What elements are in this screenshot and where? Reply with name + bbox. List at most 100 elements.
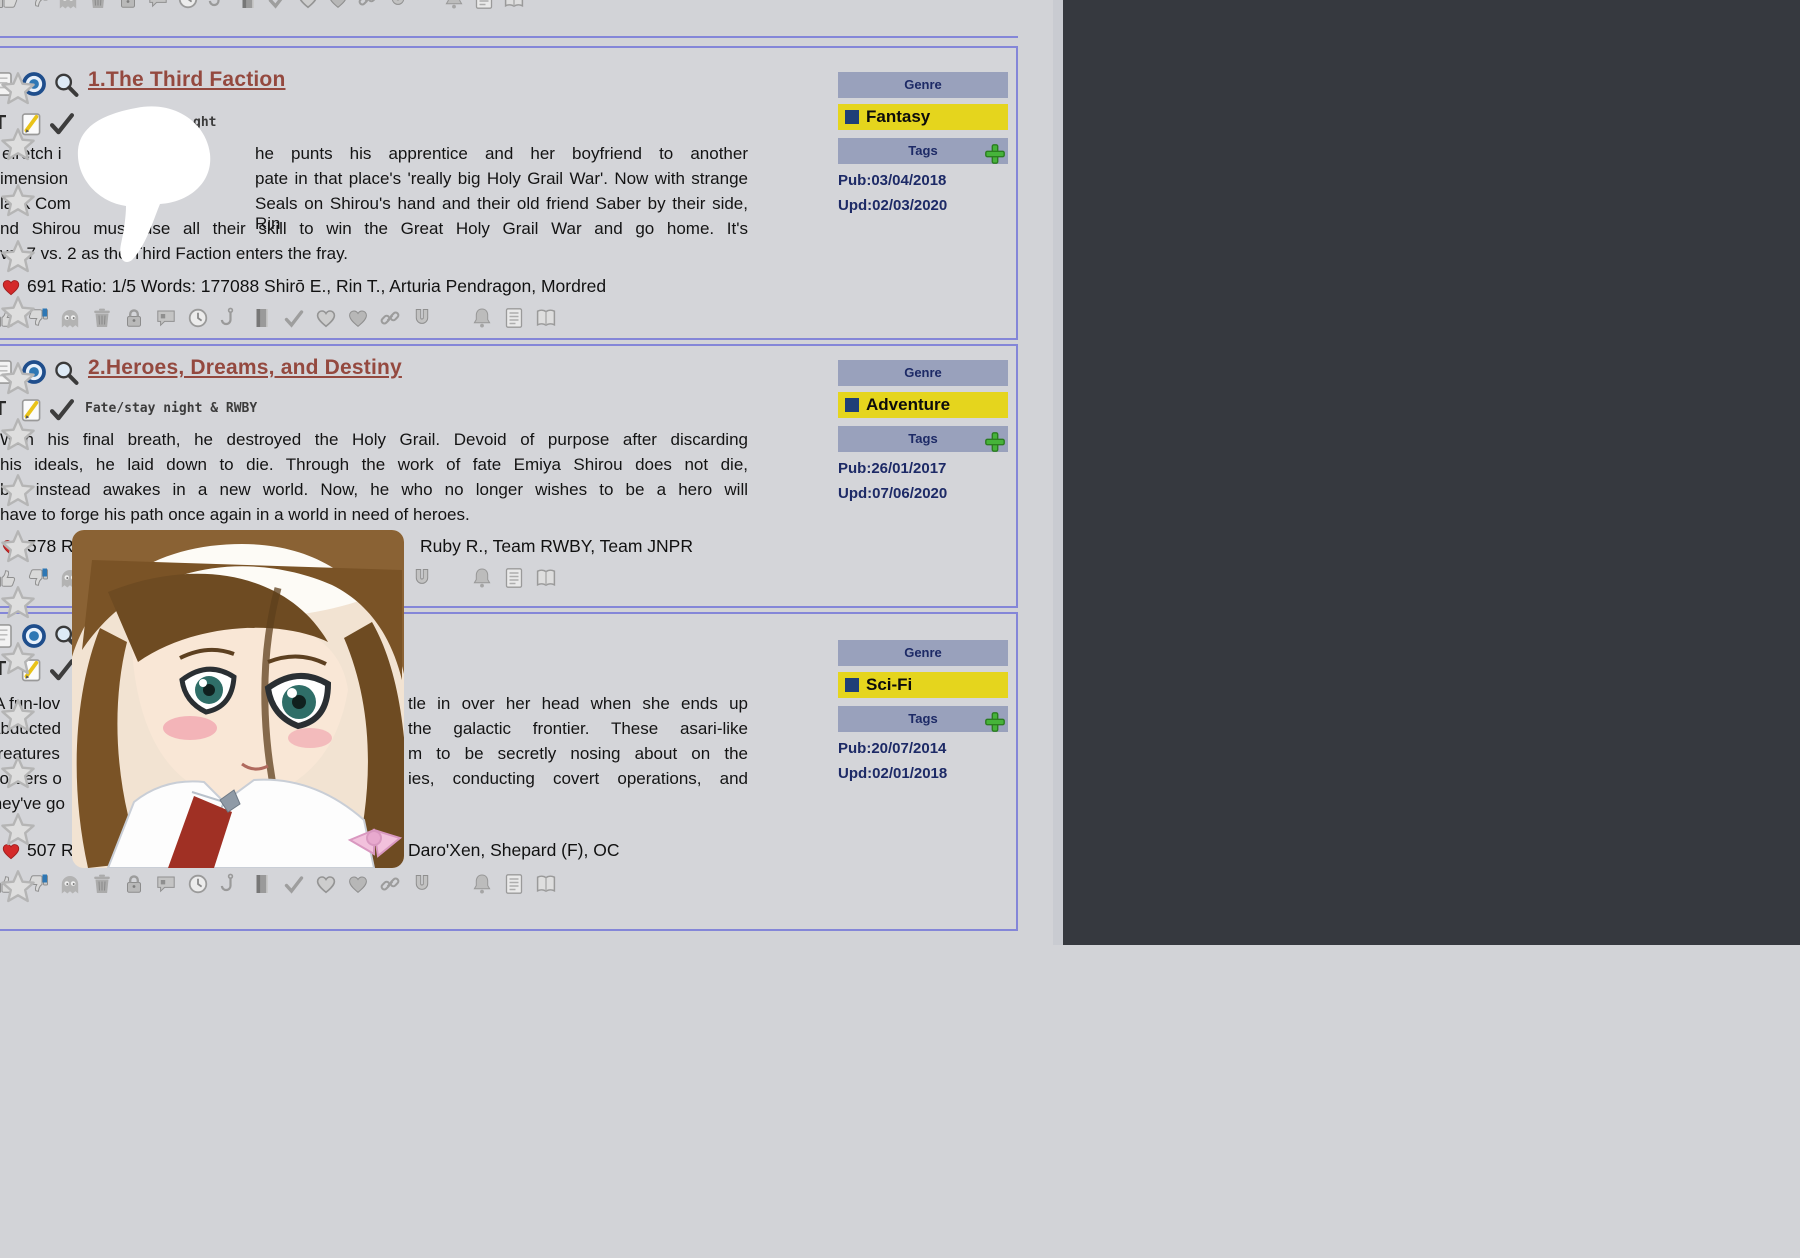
description-line: but instead awakes in a new world. Now, … <box>0 480 748 505</box>
lock-icon[interactable] <box>122 306 146 330</box>
description-line: elretch ihe punts his apprentice and her… <box>0 144 748 169</box>
thumbs-down-icon[interactable] <box>26 0 50 11</box>
check-icon[interactable] <box>282 872 306 896</box>
link-icon[interactable] <box>356 0 380 11</box>
magnet-icon[interactable] <box>386 0 410 11</box>
heart-icon[interactable] <box>346 306 370 330</box>
story-characters: Daro'Xen, Shepard (F), OC <box>408 840 619 861</box>
star-rating-icon[interactable] <box>0 868 36 904</box>
tags-header: Tags <box>838 706 1008 732</box>
ghost-icon[interactable] <box>56 0 80 11</box>
book-icon[interactable] <box>250 872 274 896</box>
star-rating-icon[interactable] <box>0 294 36 330</box>
star-rating-icon[interactable] <box>0 640 36 676</box>
published-date: Pub:03/04/2018 <box>838 172 1008 189</box>
genre-square-icon <box>845 110 859 124</box>
bell-icon[interactable] <box>470 306 494 330</box>
check-big-icon[interactable] <box>48 110 76 138</box>
genre-badge[interactable]: Adventure <box>838 392 1008 418</box>
updated-date: Upd:07/06/2020 <box>838 485 1008 502</box>
story-title-link[interactable]: 2.Heroes, Dreams, and Destiny <box>88 356 402 380</box>
link-icon[interactable] <box>378 872 402 896</box>
star-rating-icon[interactable] <box>0 584 36 620</box>
heart-icon[interactable] <box>326 0 350 11</box>
document-icon[interactable] <box>502 872 526 896</box>
plus-icon[interactable] <box>983 710 1007 734</box>
hook-icon[interactable] <box>206 0 230 11</box>
description-line: his ideals, he laid down to die. Through… <box>0 455 748 480</box>
genre-square-icon <box>845 398 859 412</box>
star-rating-icon[interactable] <box>0 182 36 218</box>
star-rating-icon[interactable] <box>0 697 36 733</box>
screen: 1.The Third FactionTghtelretch ihe punts… <box>0 0 1800 945</box>
open-book-icon[interactable] <box>534 566 558 590</box>
plus-icon[interactable] <box>983 142 1007 166</box>
trash-icon[interactable] <box>90 306 114 330</box>
star-rating-icon[interactable] <box>0 528 36 564</box>
star-rating-icon[interactable] <box>0 70 36 106</box>
bell-icon[interactable] <box>442 0 466 11</box>
lock-icon[interactable] <box>122 872 146 896</box>
book-icon[interactable] <box>236 0 260 11</box>
ghost-icon[interactable] <box>58 306 82 330</box>
genre-badge[interactable]: Sci-Fi <box>838 672 1008 698</box>
description-line: lack ComSeals on Shirou's hand and their… <box>0 194 748 219</box>
open-book-icon[interactable] <box>534 306 558 330</box>
magnifier-icon[interactable] <box>52 359 80 387</box>
heart-outline-icon[interactable] <box>314 306 338 330</box>
star-rating-icon[interactable] <box>0 126 36 162</box>
book-icon[interactable] <box>250 306 274 330</box>
fandom-label: Fate/stay night & RWBY <box>85 401 257 416</box>
genre-header: Genre <box>838 72 1008 98</box>
story-stats-row: 691 Ratio: 1/5 Words: 177088 Shirō E., R… <box>0 276 1000 300</box>
genre-badge[interactable]: Fantasy <box>838 104 1008 130</box>
story-title-link[interactable]: 1.The Third Faction <box>88 68 285 92</box>
lock-icon[interactable] <box>116 0 140 11</box>
heart-outline-icon[interactable] <box>296 0 320 11</box>
star-rating-icon[interactable] <box>0 754 36 790</box>
star-rating-icon[interactable] <box>0 416 36 452</box>
star-rating-icon[interactable] <box>0 811 36 847</box>
story-card: 1.The Third FactionTghtelretch ihe punts… <box>0 46 1018 340</box>
heart-icon[interactable] <box>346 872 370 896</box>
magnet-icon[interactable] <box>410 306 434 330</box>
document-icon[interactable] <box>472 0 496 11</box>
comment-icon[interactable] <box>146 0 170 11</box>
hook-icon[interactable] <box>218 306 242 330</box>
link-icon[interactable] <box>378 306 402 330</box>
star-rating-icon[interactable] <box>0 238 36 274</box>
magnifier-icon[interactable] <box>52 71 80 99</box>
previous-story-border <box>0 36 1018 38</box>
comment-icon[interactable] <box>154 872 178 896</box>
magnet-icon[interactable] <box>410 566 434 590</box>
hook-icon[interactable] <box>218 872 242 896</box>
bell-icon[interactable] <box>470 566 494 590</box>
star-rating-icon[interactable] <box>0 472 36 508</box>
star-rating-icon[interactable] <box>0 360 36 396</box>
magnet-icon[interactable] <box>410 872 434 896</box>
open-book-icon[interactable] <box>534 872 558 896</box>
story-characters: Ruby R., Team RWBY, Team JNPR <box>420 536 693 557</box>
check-icon[interactable] <box>266 0 290 11</box>
thumbs-up-icon[interactable] <box>0 0 20 11</box>
trash-icon[interactable] <box>90 872 114 896</box>
check-big-icon[interactable] <box>48 396 76 424</box>
heart-outline-icon[interactable] <box>314 872 338 896</box>
document-icon[interactable] <box>502 566 526 590</box>
check-icon[interactable] <box>282 306 306 330</box>
plus-icon[interactable] <box>983 430 1007 454</box>
vertical-scrollbar[interactable] <box>1053 0 1063 945</box>
clock-icon[interactable] <box>186 306 210 330</box>
tags-header: Tags <box>838 426 1008 452</box>
document-icon[interactable] <box>502 306 526 330</box>
clock-icon[interactable] <box>186 872 210 896</box>
story-stats: 691 Ratio: 1/5 Words: 177088 Shirō E., R… <box>27 276 606 297</box>
bell-icon[interactable] <box>470 872 494 896</box>
open-book-icon[interactable] <box>502 0 526 11</box>
genre-tags-column: GenreSci-FiTagsPub:20/07/2014Upd:02/01/2… <box>838 640 1008 782</box>
ghost-icon[interactable] <box>58 872 82 896</box>
comment-icon[interactable] <box>154 306 178 330</box>
trash-icon[interactable] <box>86 0 110 11</box>
description-line: nd Shirou must use all their skill to wi… <box>0 219 748 244</box>
clock-icon[interactable] <box>176 0 200 11</box>
